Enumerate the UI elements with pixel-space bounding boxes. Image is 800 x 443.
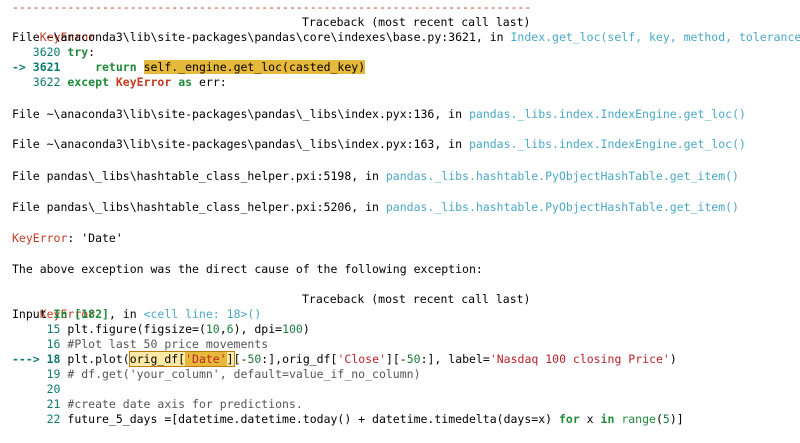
builtin-function: range (621, 412, 656, 426)
code-text: ] (226, 352, 234, 366)
error-name: KeyError (12, 231, 68, 245)
keyword: try (67, 45, 89, 59)
frame-func-link[interactable]: pandas._libs.hashtable.PyObjectHashTable… (386, 200, 739, 214)
code-line-3622: 3622 except KeyError as err: (12, 75, 227, 90)
keyword: as (178, 75, 193, 89)
code-line-21: 21 #create date axis for predictions. (12, 397, 303, 412)
keyword: except (67, 75, 109, 89)
line-number: 3620 (12, 45, 68, 59)
code-text: ) (669, 352, 677, 366)
code-text: orig_df[ (129, 352, 186, 366)
traceback-label-1: Traceback (most recent call last) (302, 15, 531, 29)
code-line-22: 22 future_5_days =[datetime.datetime.tod… (12, 412, 684, 427)
number-literal: 100 (282, 322, 303, 336)
line-number: 3622 (12, 75, 68, 89)
code-text: plt.plot( (67, 352, 130, 366)
code-line-16: 16 #Plot last 50 price movements (12, 337, 269, 352)
code-line-19: 19 # df.get('your_column', default=value… (12, 367, 421, 382)
number-literal: 10 (205, 322, 220, 336)
number-literal: 50 (247, 352, 262, 366)
keyword: in (600, 412, 615, 426)
code-text: future_5_days =[datetime.datetime.today(… (67, 412, 559, 426)
frame-file-line: File ~\anaconda3\lib\site-packages\panda… (12, 30, 800, 45)
input-prefix: Input (12, 307, 54, 321)
code-text: return (67, 60, 143, 74)
traceback-label-2: Traceback (most recent call last) (302, 292, 531, 306)
input-paren: () (247, 307, 262, 321)
highlighted-expression: orig_df['Date'] (128, 351, 235, 367)
frame-func-link[interactable]: pandas._libs.index.IndexEngine.get_loc() (469, 137, 746, 151)
frame-file-path: File ~\anaconda3\lib\site-packages\panda… (12, 107, 469, 121)
line-number: 22 (12, 412, 68, 426)
frame-file-path: File pandas\_libs\hashtable_class_helper… (12, 169, 386, 183)
highlighted-expression: self._engine.get_loc(casted_key) (143, 60, 366, 74)
frame-func-link[interactable]: Index.get_loc(self, key, method, toleran… (511, 30, 800, 44)
code-line-3620: 3620 try: (12, 45, 95, 60)
input-mid: , in (108, 307, 144, 321)
code-text: :], label= (420, 352, 490, 366)
line-number: 16 (12, 337, 68, 351)
input-line: Input In [182], in <cell line: 18>() (12, 307, 261, 322)
error-arrow-line-number: -> 3621 (12, 60, 68, 74)
frame-file-path: File ~\anaconda3\lib\site-packages\panda… (12, 30, 511, 44)
line-number: 20 (12, 382, 68, 396)
line-number: 15 (12, 322, 68, 336)
frame-line-3: File pandas\_libs\hashtable_class_helper… (12, 169, 739, 184)
string-literal: 'Close' (337, 352, 386, 366)
error-header-2: KeyError (12, 292, 95, 321)
number-literal: 50 (406, 352, 421, 366)
comment: #Plot last 50 price movements (67, 337, 269, 351)
code-text: plt.figure(figsize=( (67, 322, 206, 336)
direct-cause-text: The above exception was the direct cause… (12, 262, 483, 276)
code-line-20: 20 (12, 382, 67, 397)
comment: # df.get('your_column', default=value_if… (67, 367, 421, 381)
code-line-3621: -> 3621 return self._engine.get_loc(cast… (12, 60, 366, 75)
code-text: ][- (385, 352, 407, 366)
frame-func-link[interactable]: pandas._libs.index.IndexEngine.get_loc() (469, 107, 746, 121)
code-text: err: (192, 75, 227, 89)
frame-line-4: File pandas\_libs\hashtable_class_helper… (12, 200, 739, 215)
frame-line-1: File ~\anaconda3\lib\site-packages\panda… (12, 107, 746, 122)
comment: #create date axis for predictions. (67, 397, 303, 411)
frame-file-path: File ~\anaconda3\lib\site-packages\panda… (12, 137, 469, 151)
frame-line-2: File ~\anaconda3\lib\site-packages\panda… (12, 137, 746, 152)
error-message: : 'Date' (67, 231, 123, 245)
code-text: )] (669, 412, 684, 426)
keyword: return (67, 60, 144, 74)
number-literal: 6 (226, 322, 234, 336)
error-class: KeyError (108, 75, 179, 89)
code-text: , (219, 322, 227, 336)
line-number: 21 (12, 397, 68, 411)
code-text: : (88, 45, 96, 59)
number-literal: 5 (662, 412, 670, 426)
error-arrow-line-number: ---> 18 (12, 352, 68, 366)
frame-func-link[interactable]: pandas._libs.hashtable.PyObjectHashTable… (386, 169, 739, 183)
line-number: 19 (12, 367, 68, 381)
code-text: ) (302, 322, 310, 336)
string-literal: 'Nasdaq 100 closing Price' (489, 352, 670, 366)
traceback-output: ----------------------------------------… (0, 0, 800, 443)
separator-line: ----------------------------------------… (12, 0, 532, 14)
code-line-18: ---> 18 plt.plot(orig_df['Date'][-50:],o… (12, 351, 677, 367)
code-text: x (579, 412, 601, 426)
keyerror-message: KeyError: 'Date' (12, 231, 123, 246)
input-cell-id: In [182] (53, 307, 109, 321)
code-text: ), dpi= (233, 322, 283, 336)
code-text: :],orig_df[ (261, 352, 338, 366)
code-line-15: 15 plt.figure(figsize=(10,6), dpi=100) (12, 322, 310, 337)
code-text: ( (655, 412, 663, 426)
keyword: for (558, 412, 580, 426)
string-literal: 'Date' (185, 352, 227, 366)
input-cell-link[interactable]: <cell line: 18> (144, 307, 248, 321)
code-text: [- (233, 352, 248, 366)
error-header-1: KeyError (12, 15, 95, 44)
frame-file-path: File pandas\_libs\hashtable_class_helper… (12, 200, 386, 214)
